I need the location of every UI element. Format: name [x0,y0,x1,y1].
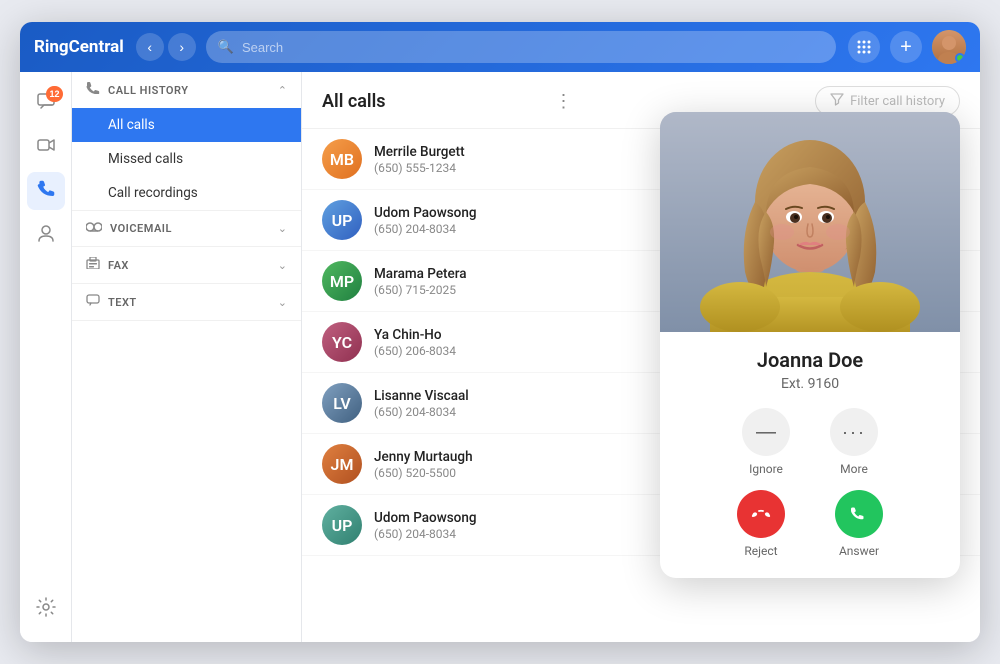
call-history-icon [86,82,100,98]
search-icon: 🔍 [218,40,234,55]
sidebar-item-call-recordings[interactable]: Call recordings [72,176,301,210]
phone-svg [36,179,56,199]
ignore-action: — Ignore [742,408,790,476]
voicemail-chevron: ⌄ [278,222,287,235]
fax-header[interactable]: FAX ⌄ [72,247,301,283]
call-recordings-label: Call recordings [108,185,198,201]
settings-icon [36,597,56,622]
caller-photo [660,112,960,332]
sidebar-item-all-calls[interactable]: All calls [72,108,301,142]
fax-section-label: FAX [108,259,270,272]
reject-action: Reject [737,490,785,558]
nav-back-button[interactable]: ‹ [136,33,164,61]
online-indicator [955,53,965,63]
text-header[interactable]: TEXT ⌄ [72,284,301,320]
caller-photo-svg [660,112,960,332]
text-svg [86,294,100,306]
sidebar-fax-section: FAX ⌄ [72,247,301,284]
icon-bar-messages[interactable]: 12 [27,84,65,122]
missed-calls-label: Missed calls [108,151,183,167]
sidebar-call-history-section: CALL HISTORY ⌃ All calls Missed calls Ca… [72,72,301,211]
text-chevron: ⌄ [278,296,287,309]
settings-button[interactable] [27,590,65,628]
icon-bar-contacts[interactable] [27,216,65,254]
voicemail-icon [86,221,102,236]
contacts-svg [36,223,56,243]
contacts-icon [36,223,56,248]
content-menu-button[interactable]: ⋮ [555,91,573,112]
user-avatar[interactable] [932,30,966,64]
fax-icon [86,257,100,273]
reject-icon [750,503,772,525]
all-calls-label: All calls [108,117,155,133]
nav-buttons: ‹ › [136,33,196,61]
fax-chevron: ⌄ [278,259,287,272]
answer-action: Answer [835,490,883,558]
sidebar-voicemail-section: VOICEMAIL ⌄ [72,211,301,247]
funnel-icon [830,92,844,106]
voicemail-header[interactable]: VOICEMAIL ⌄ [72,211,301,246]
ignore-button[interactable]: — [742,408,790,456]
call-history-header[interactable]: CALL HISTORY ⌃ [72,72,301,108]
more-action: ··· More [830,408,878,476]
video-svg [36,135,56,155]
avatar: JM [322,444,362,484]
more-icon: ··· [842,422,866,443]
voicemail-section-label: VOICEMAIL [110,222,270,235]
fax-svg [86,257,100,269]
reject-button[interactable] [737,490,785,538]
more-button[interactable]: ··· [830,408,878,456]
icon-bar: 12 [20,72,72,642]
search-input[interactable] [242,40,824,55]
sidebar: CALL HISTORY ⌃ All calls Missed calls Ca… [72,72,302,642]
avatar: MP [322,261,362,301]
search-bar[interactable]: 🔍 [206,31,836,63]
app-logo: RingCentral [34,37,124,57]
text-icon [86,294,100,310]
nav-forward-button[interactable]: › [168,33,196,61]
text-section-label: TEXT [108,296,270,309]
incoming-caller-name: Joanna Doe [676,348,944,372]
icon-bar-bottom [27,590,65,642]
phone-history-icon [86,82,100,94]
answer-label: Answer [839,544,879,558]
sidebar-text-section: TEXT ⌄ [72,284,301,321]
gear-svg [36,597,56,617]
ignore-icon: — [756,421,776,444]
answer-button[interactable] [835,490,883,538]
card-main-actions: Reject Answer [660,484,960,578]
avatar: YC [322,322,362,362]
avatar: UP [322,505,362,545]
titlebar: RingCentral ‹ › 🔍 [20,22,980,72]
avatar: MB [322,139,362,179]
card-secondary-actions: — Ignore ··· More [660,392,960,484]
ignore-label: Ignore [749,462,783,476]
add-button[interactable]: + [890,31,922,63]
voicemail-svg [86,222,102,232]
icon-bar-phone[interactable] [27,172,65,210]
answer-icon [848,503,870,525]
caller-info: Joanna Doe Ext. 9160 [660,348,960,392]
sidebar-item-missed-calls[interactable]: Missed calls [72,142,301,176]
incoming-call-card: Joanna Doe Ext. 9160 — Ignore ··· More [660,112,960,578]
incoming-caller-ext: Ext. 9160 [676,376,944,392]
page-title: All calls [322,91,545,112]
more-label: More [840,462,868,476]
reject-label: Reject [744,544,777,558]
titlebar-actions: + [848,30,966,64]
phone-icon [36,179,56,204]
filter-icon [830,92,844,110]
call-history-section-label: CALL HISTORY [108,84,270,97]
filter-placeholder: Filter call history [850,94,945,109]
icon-bar-video[interactable] [27,128,65,166]
video-icon [36,135,56,160]
grid-icon [856,39,872,55]
call-history-chevron: ⌃ [278,84,287,97]
grid-button[interactable] [848,31,880,63]
app-window: RingCentral ‹ › 🔍 [20,22,980,642]
avatar: UP [322,200,362,240]
messages-badge: 12 [46,86,62,102]
avatar: LV [322,383,362,423]
